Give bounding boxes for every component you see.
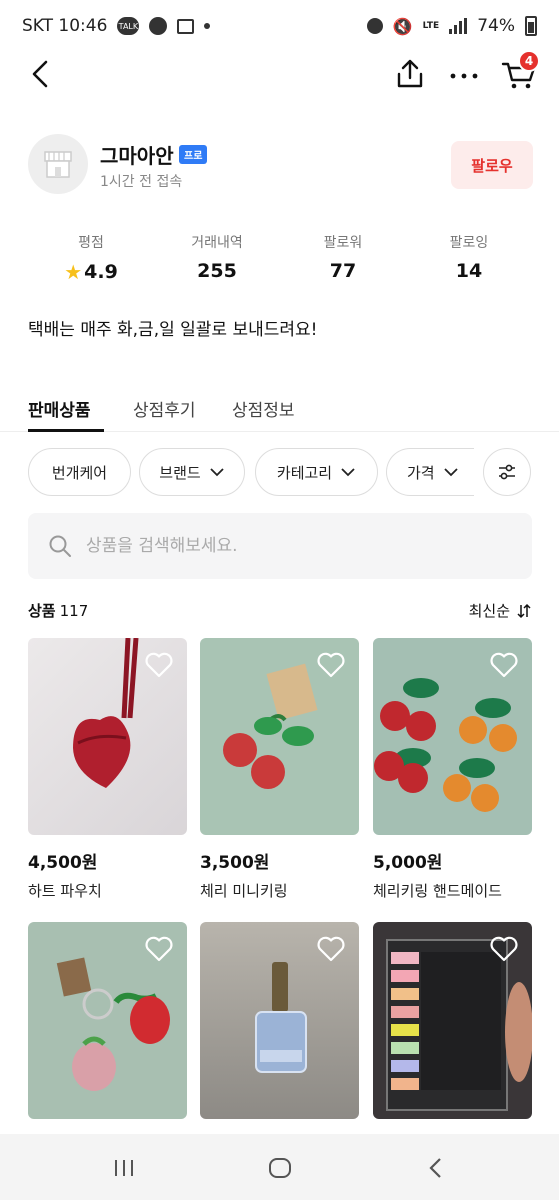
battery-icon (525, 16, 537, 36)
sliders-icon (499, 464, 515, 480)
heart-icon[interactable] (145, 936, 173, 962)
tab-products[interactable]: 판매상품 (28, 396, 104, 432)
chevron-down-icon (443, 468, 458, 477)
filter-category[interactable]: 카테고리 (255, 448, 378, 496)
back-nav-icon[interactable] (422, 1154, 450, 1182)
sort-button[interactable]: 최신순 (469, 600, 532, 621)
stat-value: 14 (455, 260, 483, 282)
tab-label: 판매상품 (28, 401, 91, 421)
filter-label: 카테고리 (276, 463, 333, 482)
tab-shop-info[interactable]: 상점정보 (232, 396, 295, 432)
filter-label: 브랜드 (159, 463, 201, 482)
system-navigation-bar (0, 1134, 559, 1200)
filter-brand[interactable]: 브랜드 (139, 448, 245, 496)
stat-label: 평점 (78, 235, 104, 251)
tab-reviews[interactable]: 상점후기 (133, 396, 196, 432)
last-seen-text: 1시간 전 접속 (100, 174, 183, 190)
product-image (200, 922, 359, 1119)
products-count: 117 (59, 602, 89, 620)
search-icon (49, 535, 71, 557)
stat-transactions[interactable]: 거래내역 255 (162, 232, 272, 282)
product-image (28, 638, 187, 835)
star-icon: ★ (64, 260, 83, 284)
product-price: 3,500원 (200, 853, 270, 873)
filter-label: 번개케어 (51, 463, 108, 482)
pro-badge: 프로 (179, 145, 208, 164)
filter-bungae-care[interactable]: 번개케어 (28, 448, 131, 496)
product-price: 5,000원 (373, 853, 443, 873)
gallery-icon (177, 18, 195, 34)
home-icon[interactable] (266, 1154, 294, 1182)
product-name: 하트 파우치 (28, 882, 102, 900)
lte-icon: LTE (422, 20, 440, 31)
stat-rating[interactable]: 평점 ★ 4.9 (36, 232, 146, 284)
sort-arrows-icon (517, 603, 531, 618)
product-image (373, 922, 532, 1119)
battery-percent: 74% (477, 16, 515, 36)
tab-label: 상점후기 (133, 401, 196, 421)
kakaotalk-icon: TALK (117, 17, 140, 35)
product-image (28, 922, 187, 1119)
back-arrow-icon[interactable] (24, 56, 60, 92)
product-search-box (28, 513, 532, 579)
filter-settings-button[interactable] (483, 448, 531, 496)
heart-icon[interactable] (490, 936, 518, 962)
product-price: 4,500원 (28, 853, 98, 873)
product-name: 체리키링 핸드메이드 (373, 882, 502, 900)
filter-label: 가격 (407, 463, 435, 482)
filter-bar: 번개케어 브랜드 카테고리 가격 (0, 448, 559, 496)
product-name: 체리 미니키링 (200, 882, 288, 900)
stat-label: 팔로워 (323, 235, 363, 251)
pill-icon (149, 17, 168, 35)
more-notifications-icon (204, 23, 211, 29)
sort-label: 최신순 (468, 602, 510, 620)
cart-count-badge: 4 (518, 50, 540, 72)
shop-name: 그마아안 (100, 144, 174, 168)
products-header: 상품 117 최신순 (28, 600, 532, 621)
status-bar: SKT 10:46 TALK 🔇 LTE 74% (0, 0, 559, 52)
mute-icon: 🔇 (392, 16, 413, 36)
top-app-bar: 4 (0, 50, 559, 96)
product-card[interactable] (28, 922, 187, 1119)
shop-avatar[interactable] (28, 134, 88, 194)
heart-icon[interactable] (317, 652, 345, 678)
product-image (373, 638, 532, 835)
carrier-time: SKT 10:46 (22, 16, 108, 36)
tab-label: 상점정보 (232, 401, 295, 421)
search-input[interactable] (86, 536, 486, 556)
product-card[interactable] (373, 922, 532, 1119)
heart-icon[interactable] (145, 652, 173, 678)
chevron-down-icon (341, 468, 355, 477)
stat-value: 255 (197, 260, 237, 282)
product-card[interactable]: 5,000원 체리키링 핸드메이드 (373, 638, 532, 901)
shop-intro: 택배는 매주 화,금,일 일괄로 보내드려요! (28, 320, 318, 340)
more-options-icon[interactable] (446, 56, 482, 92)
signal-icon (449, 18, 468, 34)
stat-value: 77 (329, 260, 357, 282)
chevron-down-icon (210, 468, 224, 477)
product-card[interactable]: 4,500원 하트 파우치 (28, 638, 187, 901)
heart-icon[interactable] (317, 936, 345, 962)
stat-following[interactable]: 팔로잉 14 (414, 232, 524, 282)
product-card[interactable]: 3,500원 체리 미니키링 (200, 638, 359, 901)
stat-label: 팔로잉 (449, 235, 489, 251)
share-icon[interactable] (392, 56, 428, 92)
heart-icon[interactable] (490, 652, 518, 678)
store-icon (44, 151, 72, 178)
stat-value: 4.9 (84, 261, 118, 283)
stat-followers[interactable]: 팔로워 77 (288, 232, 398, 282)
alarm-icon (366, 18, 383, 34)
recent-apps-icon[interactable] (110, 1154, 138, 1182)
follow-button[interactable]: 팔로우 (451, 141, 533, 189)
product-image (200, 638, 359, 835)
products-label: 상품 (28, 602, 56, 620)
filter-price[interactable]: 가격 (386, 448, 474, 496)
shop-tabs: 판매상품 상점후기 상점정보 (0, 388, 559, 432)
product-card[interactable] (200, 922, 359, 1119)
stat-label: 거래내역 (191, 235, 243, 251)
